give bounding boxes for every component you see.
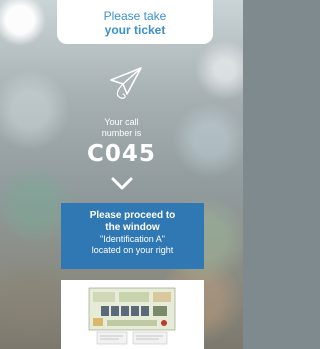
floor-map-image [61,280,204,349]
call-label-line2: number is [101,128,142,138]
direction-line3: "Identification A" [100,234,165,244]
direction-panel: Please proceed to the window "Identifica… [61,203,204,269]
call-label-line1: Your call [104,117,139,127]
header-line2: your ticket [104,23,166,37]
take-ticket-header: Please take your ticket [57,0,213,44]
paper-plane-icon [110,67,142,99]
ticket-number: C045 [87,141,156,167]
direction-line2: the window [105,222,160,233]
direction-line4: located on your right [91,245,174,255]
direction-line1: Please proceed to [89,210,176,221]
chevron-down-icon [111,177,133,190]
floor-map [61,280,204,349]
header-line1: Please take [103,9,167,23]
